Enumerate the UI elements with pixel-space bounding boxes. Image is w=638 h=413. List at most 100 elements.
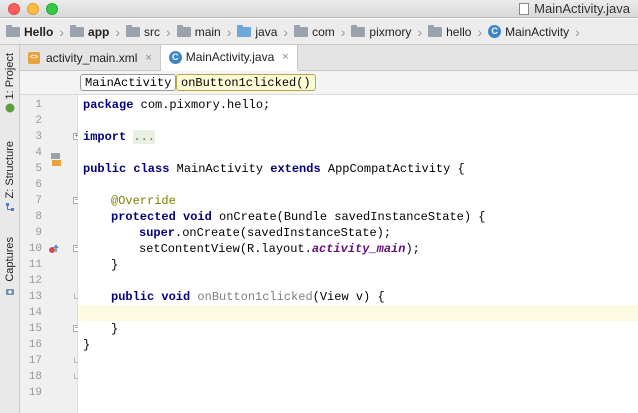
line-number: 14 bbox=[28, 307, 42, 319]
folder-icon bbox=[70, 24, 85, 37]
breadcrumb-label: com bbox=[312, 24, 335, 39]
line-number: 8 bbox=[35, 211, 42, 223]
folded-imports[interactable]: ... bbox=[133, 130, 156, 144]
code-token: MainActivity bbox=[169, 162, 271, 176]
line-number: 6 bbox=[35, 179, 42, 191]
line-number: 1 bbox=[35, 99, 42, 111]
current-line-highlight[interactable] bbox=[78, 305, 638, 321]
folder-icon bbox=[237, 24, 252, 37]
breadcrumb-label: src bbox=[144, 24, 161, 39]
folder-icon bbox=[428, 24, 443, 37]
code-line-12: setContentView(R.layout.activity_main); bbox=[139, 241, 638, 257]
tab-activity-main-xml[interactable]: <> activity_main.xml × bbox=[20, 45, 161, 70]
line-number: 9 bbox=[35, 227, 42, 239]
code-line-11: super.onCreate(savedInstanceState); bbox=[139, 225, 638, 241]
captures-tab-label: Captures bbox=[4, 237, 16, 282]
chevron-right-icon: › bbox=[226, 23, 232, 40]
keyword-token: extends bbox=[270, 162, 321, 176]
breadcrumb-label: Hello bbox=[24, 24, 54, 39]
tab-mainactivity-java[interactable]: C MainActivity.java × bbox=[160, 45, 298, 71]
code-line-15: public void onButton1clicked(View v) { bbox=[111, 289, 638, 305]
keyword-token: super bbox=[139, 226, 176, 240]
breadcrumb-item-mainactivity[interactable]: C MainActivity › bbox=[488, 19, 586, 45]
camera-icon bbox=[6, 288, 14, 295]
project-tool-tab[interactable]: 1: Project bbox=[2, 53, 18, 113]
close-icon[interactable]: × bbox=[145, 52, 151, 64]
xml-file-icon: <> bbox=[28, 51, 40, 64]
code-editor[interactable]: 1 2 3 4 5 6 7 8 9 10 11 12 13 14 15 16 1… bbox=[20, 95, 638, 413]
window-title-text: MainActivity.java bbox=[534, 1, 630, 16]
folder-icon bbox=[176, 24, 191, 37]
line-number: 10 bbox=[28, 243, 42, 255]
chevron-right-icon: › bbox=[340, 23, 346, 40]
minimize-window-button[interactable] bbox=[27, 3, 39, 15]
document-icon bbox=[519, 2, 530, 15]
unused-method-token: onButton1clicked bbox=[190, 290, 313, 304]
breadcrumb-item-java[interactable]: java › bbox=[237, 19, 294, 45]
close-window-button[interactable] bbox=[8, 3, 20, 15]
folder-icon bbox=[351, 24, 366, 37]
code-token: } bbox=[83, 338, 91, 352]
breadcrumb-label: app bbox=[88, 24, 110, 39]
breadcrumb-item-hello-package[interactable]: hello › bbox=[428, 19, 488, 45]
editor-gutter: 1 2 3 4 5 6 7 8 9 10 11 12 13 14 15 16 1… bbox=[20, 95, 80, 413]
line-number: 13 bbox=[28, 291, 42, 303]
code-line-10: protected void onCreate(Bundle savedInst… bbox=[111, 209, 638, 225]
chevron-right-icon: › bbox=[115, 23, 121, 40]
code-token: setContentView(R.layout. bbox=[139, 242, 312, 256]
structure-class-chip[interactable]: MainActivity bbox=[80, 74, 177, 91]
folder-icon bbox=[126, 24, 141, 37]
line-number: 15 bbox=[28, 323, 42, 335]
structure-tool-tab[interactable]: Z: Structure bbox=[2, 141, 18, 212]
code-token: onCreate(Bundle savedInstanceState) { bbox=[211, 210, 486, 224]
line-number: 11 bbox=[28, 259, 42, 271]
code-line-17: } bbox=[111, 321, 638, 337]
code-line-7: public class MainActivity extends AppCom… bbox=[83, 161, 638, 177]
code-token: (View v) { bbox=[312, 290, 385, 304]
breadcrumb: Hello › app › src › main › java › com › pixmor… bbox=[0, 19, 638, 45]
breadcrumb-item-app[interactable]: app › bbox=[70, 19, 126, 45]
breadcrumb-label: MainActivity bbox=[505, 24, 570, 39]
line-number: 5 bbox=[35, 163, 42, 175]
tab-label: MainActivity.java bbox=[185, 50, 275, 64]
chevron-right-icon: › bbox=[477, 23, 483, 40]
breadcrumb-item-com[interactable]: com › bbox=[294, 19, 351, 45]
keyword-token: import bbox=[83, 130, 127, 144]
class-icon: C bbox=[168, 50, 182, 64]
folder-icon bbox=[6, 24, 20, 37]
keyword-token: public class bbox=[83, 162, 170, 176]
code-line-1: package com.pixmory.hello; bbox=[83, 97, 638, 113]
code-token: .onCreate(savedInstanceState); bbox=[175, 226, 392, 240]
keyword-token: package bbox=[83, 98, 134, 112]
code-area[interactable]: package com.pixmory.hello; import ... pu… bbox=[78, 95, 638, 413]
zoom-window-button[interactable] bbox=[46, 3, 58, 15]
code-line-9: @Override bbox=[111, 193, 638, 209]
line-number: 7 bbox=[35, 195, 42, 207]
breadcrumb-label: pixmory bbox=[369, 24, 412, 39]
code-line-18: } bbox=[83, 337, 638, 353]
chevron-right-icon: › bbox=[283, 23, 289, 40]
line-number: 2 bbox=[35, 115, 42, 127]
class-icon: C bbox=[488, 25, 502, 38]
chevron-right-icon: › bbox=[166, 23, 171, 40]
override-method-icon[interactable] bbox=[48, 244, 60, 254]
close-icon[interactable]: × bbox=[282, 51, 288, 63]
captures-tool-tab[interactable]: Captures bbox=[2, 237, 18, 296]
layout-file-icon[interactable] bbox=[50, 153, 62, 167]
breadcrumb-item-main[interactable]: main › bbox=[176, 19, 238, 45]
tab-label: activity_main.xml bbox=[46, 50, 138, 65]
tool-window-sidebar: 1: Project Z: Structure Captures bbox=[0, 45, 20, 413]
code-token: } bbox=[111, 322, 119, 336]
code-line-3: import ... bbox=[83, 129, 638, 145]
code-token: } bbox=[111, 258, 119, 272]
breadcrumb-label: main bbox=[194, 24, 221, 39]
structure-method-chip[interactable]: onButton1clicked() bbox=[176, 74, 316, 91]
breadcrumb-item-src[interactable]: src › bbox=[126, 19, 177, 45]
breadcrumb-item-hello[interactable]: Hello › bbox=[6, 19, 70, 45]
line-number: 18 bbox=[28, 371, 42, 383]
code-token: ); bbox=[405, 242, 420, 256]
field-token: activity_main bbox=[311, 242, 406, 256]
breadcrumb-item-pixmory[interactable]: pixmory › bbox=[351, 19, 428, 45]
structure-icon bbox=[6, 203, 14, 212]
structure-tab-label: Z: Structure bbox=[4, 141, 16, 199]
